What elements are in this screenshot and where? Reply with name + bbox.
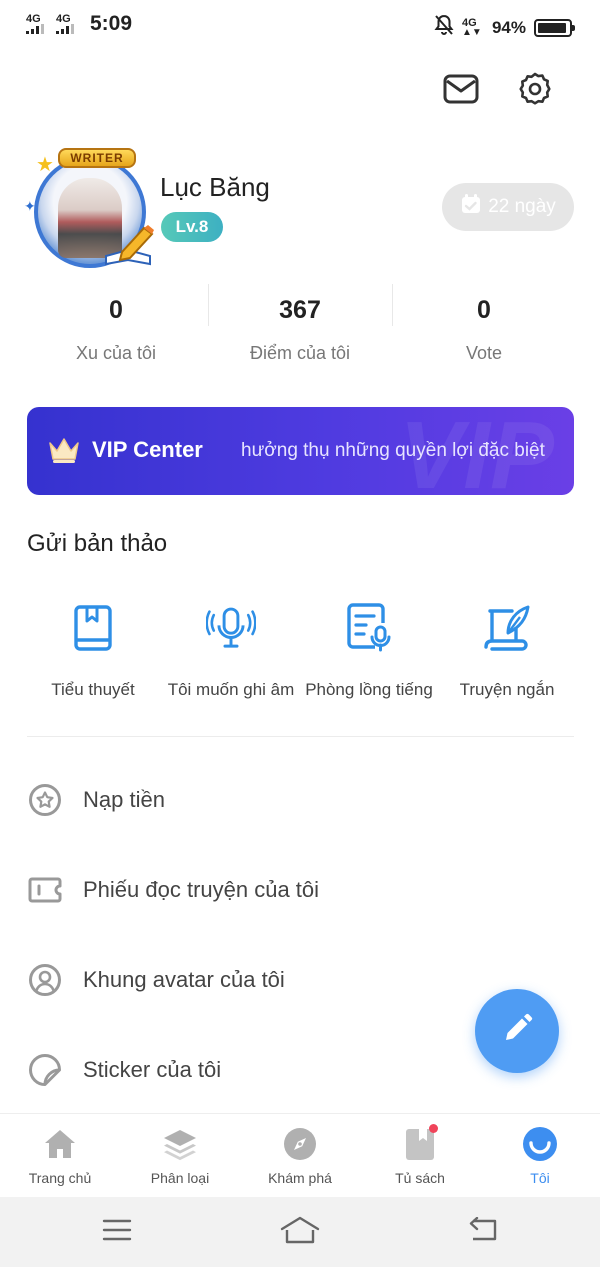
stat-coins[interactable]: 0 Xu của tôi	[24, 282, 208, 372]
submission-label: Tôi muốn ghi âm	[167, 680, 295, 699]
stat-label: Vote	[465, 343, 503, 363]
dubbing-room-icon	[344, 600, 394, 656]
crown-icon	[49, 438, 79, 463]
submission-short-story[interactable]: Truyện ngắn	[438, 600, 576, 700]
avatar-frame-icon	[27, 962, 63, 998]
vip-center-banner[interactable]: VIP VIP Center hưởng thụ những quyền lợi…	[27, 407, 574, 495]
system-navigation-bar	[0, 1197, 600, 1267]
bottom-tab-bar: Trang chủ Phân loại Khám phá Tủ sách Tôi	[0, 1113, 600, 1197]
menu-label: Khung avatar của tôi	[83, 967, 285, 992]
pencil-icon	[500, 1012, 534, 1051]
compass-icon	[280, 1124, 320, 1164]
battery-percent: 94%	[491, 17, 526, 37]
tab-label: Tôi	[530, 1170, 550, 1186]
status-bar: 4G 4G 5:09 4G ▲▼ 94%	[0, 0, 600, 54]
submission-label: Tiểu thuyết	[51, 680, 135, 699]
write-fab-button[interactable]	[475, 989, 559, 1073]
tab-me[interactable]: Tôi	[480, 1114, 600, 1197]
writer-badge: WRITER	[58, 148, 136, 168]
menu-item-top-up[interactable]: Nạp tiền	[27, 770, 574, 830]
calendar-check-icon	[460, 193, 482, 221]
stat-value: 367	[279, 296, 321, 324]
menu-label: Sticker của tôi	[83, 1057, 222, 1082]
clock: 5:09	[90, 12, 133, 35]
mail-icon[interactable]	[442, 70, 480, 108]
avatar[interactable]: WRITER ★ ✦	[24, 148, 156, 274]
data-signal-icon: 4G ▲▼	[461, 16, 482, 38]
checkin-days: 22 ngày	[488, 196, 556, 217]
vip-subtitle: hưởng thụ những quyền lợi đặc biệt	[241, 440, 545, 461]
star-circle-icon	[27, 782, 63, 818]
network-label: 4G	[26, 13, 41, 25]
home-icon	[40, 1124, 80, 1164]
menu-label: Nạp tiền	[83, 787, 165, 812]
smile-icon	[520, 1124, 560, 1164]
network-label: 4G	[461, 16, 477, 29]
tab-label: Trang chủ	[28, 1170, 92, 1186]
tab-categories[interactable]: Phân loại	[120, 1114, 240, 1197]
network-label: 4G	[56, 13, 71, 25]
signal-icon: 4G	[26, 14, 50, 34]
stat-points[interactable]: 367 Điểm của tôi	[208, 282, 392, 372]
submission-grid: Tiểu thuyết Tôi muốn ghi âm Phòng lồng t…	[24, 600, 576, 700]
divider	[27, 736, 574, 737]
submission-label: Truyện ngắn	[459, 680, 555, 699]
submission-record[interactable]: Tôi muốn ghi âm	[162, 600, 300, 700]
pen-book-icon	[105, 225, 154, 266]
back-icon[interactable]	[462, 1213, 502, 1247]
mute-bell-icon	[434, 14, 454, 41]
stat-value: 0	[477, 296, 491, 324]
tab-label: Phân loại	[150, 1170, 210, 1186]
level-badge: Lv.8	[161, 212, 223, 242]
vip-title: VIP Center	[92, 437, 203, 462]
user-name: Lục Băng	[160, 172, 270, 202]
menu-label: Phiếu đọc truyện của tôi	[83, 877, 320, 902]
checkin-button[interactable]: 22 ngày	[442, 183, 574, 231]
microphone-icon	[206, 600, 256, 656]
stat-votes[interactable]: 0 Vote	[392, 282, 576, 372]
stat-value: 0	[109, 296, 123, 324]
section-title: Gửi bản thảo	[27, 530, 168, 557]
tab-label: Tủ sách	[395, 1170, 445, 1186]
menu-item-reading-tickets[interactable]: Phiếu đọc truyện của tôi	[27, 860, 574, 920]
stat-label: Xu của tôi	[75, 343, 157, 363]
notification-dot	[429, 1124, 438, 1133]
layers-icon	[160, 1124, 200, 1164]
sticker-icon	[27, 1052, 63, 1088]
bookshelf-icon	[400, 1124, 440, 1164]
signal-icon: 4G	[56, 14, 80, 34]
home-nav-icon[interactable]	[278, 1213, 322, 1247]
settings-gear-icon[interactable]	[516, 70, 554, 108]
submission-novel[interactable]: Tiểu thuyết	[24, 600, 162, 700]
tab-bookshelf[interactable]: Tủ sách	[360, 1114, 480, 1197]
quill-icon	[482, 600, 532, 656]
tab-label: Khám phá	[268, 1170, 332, 1186]
ticket-icon	[27, 872, 63, 908]
star-icon: ✦	[24, 198, 36, 214]
stats-row: 0 Xu của tôi 367 Điểm của tôi 0 Vote	[24, 282, 576, 372]
tab-discover[interactable]: Khám phá	[240, 1114, 360, 1197]
battery-icon	[534, 18, 575, 37]
submission-label: Phòng lồng tiếng	[305, 680, 433, 699]
book-icon	[68, 600, 118, 656]
star-icon: ★	[36, 154, 54, 176]
tab-home[interactable]: Trang chủ	[0, 1114, 120, 1197]
submission-dubbing[interactable]: Phòng lồng tiếng	[300, 600, 438, 700]
stat-label: Điểm của tôi	[249, 343, 351, 363]
menu-icon[interactable]	[97, 1213, 137, 1247]
